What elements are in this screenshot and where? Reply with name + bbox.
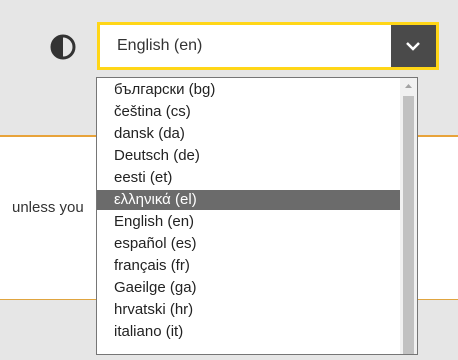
language-dropdown-list[interactable]: български (bg) čeština (cs) dansk (da) D… — [96, 77, 418, 355]
chevron-down-icon — [406, 42, 420, 51]
language-select-toggle-button[interactable] — [391, 25, 436, 67]
dropdown-option-en[interactable]: English (en) — [97, 212, 400, 232]
dropdown-option-fr[interactable]: français (fr) — [97, 256, 400, 276]
dropdown-option-da[interactable]: dansk (da) — [97, 124, 400, 144]
dropdown-scrollbar[interactable] — [400, 78, 417, 354]
scrollbar-thumb[interactable] — [403, 96, 414, 354]
language-select[interactable]: English (en) — [97, 22, 439, 70]
dropdown-option-el[interactable]: ελληνικά (el) — [97, 190, 400, 210]
dropdown-option-it[interactable]: italiano (it) — [97, 322, 400, 342]
panel-text: unless you — [12, 199, 84, 216]
dropdown-option-es[interactable]: español (es) — [97, 234, 400, 254]
dropdown-option-et[interactable]: eesti (et) — [97, 168, 400, 188]
dropdown-option-cs[interactable]: čeština (cs) — [97, 102, 400, 122]
dropdown-option-de[interactable]: Deutsch (de) — [97, 146, 400, 166]
contrast-icon[interactable] — [50, 34, 76, 60]
dropdown-option-bg[interactable]: български (bg) — [97, 80, 400, 100]
language-select-value: English (en) — [117, 37, 203, 54]
dropdown-option-ga[interactable]: Gaeilge (ga) — [97, 278, 400, 298]
dropdown-option-hr[interactable]: hrvatski (hr) — [97, 300, 400, 320]
scroll-up-arrow-icon[interactable] — [400, 78, 417, 95]
